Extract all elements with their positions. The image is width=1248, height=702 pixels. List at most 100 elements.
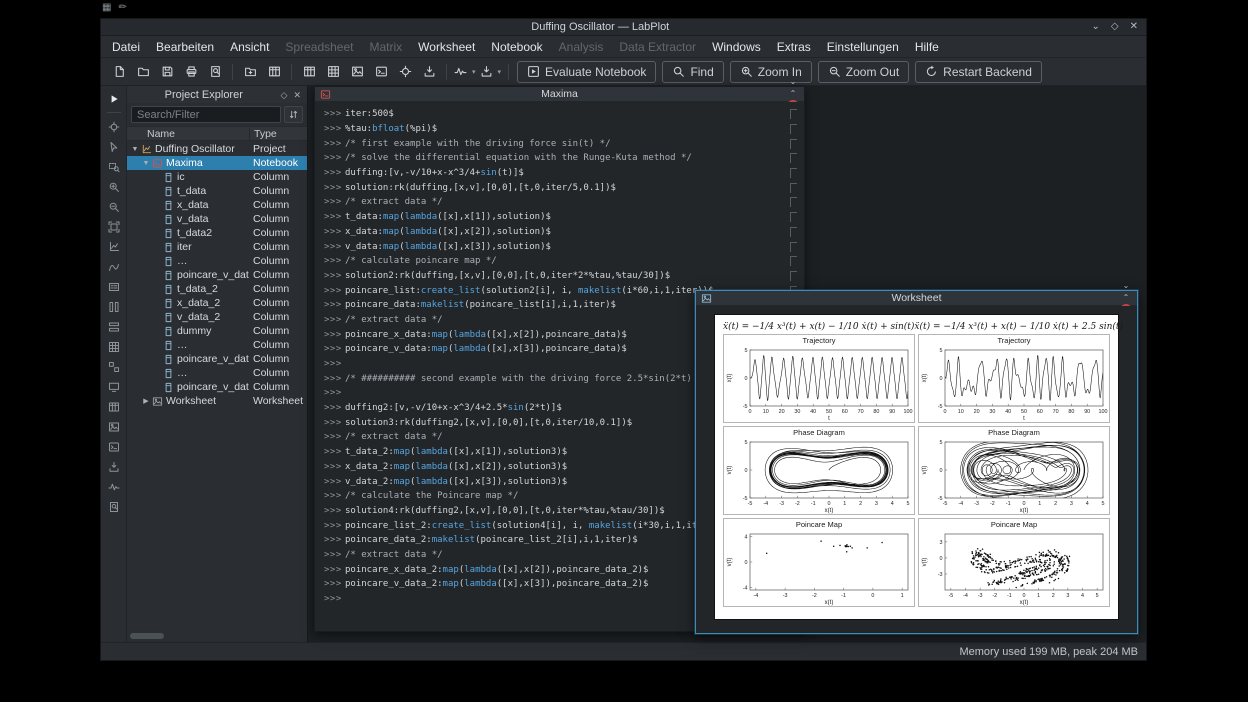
notebook-entry[interactable]: >>> v_data:map(lambda([x],x[3]),solution)… [315,239,804,254]
worksheet-minimize-button[interactable]: ⌄ [1120,280,1132,292]
tree-row-poincare-v-data-2[interactable]: poincare_v_data_2 Column [127,380,307,394]
tree-row-t-data[interactable]: t_data Column [127,184,307,198]
menu-item-hilfe[interactable]: Hilfe [907,38,947,56]
tree-row-iter[interactable]: iter Column [127,240,307,254]
zoom-in-tool-button[interactable] [105,178,123,195]
new-datapicker-button[interactable] [393,61,417,83]
plot-trajectory-1[interactable]: Trajectory 0 10 20 30 40 50 60 70 80 90 100 5 0 -5 t x(t… [723,334,915,423]
worksheet-titlebar[interactable]: Worksheet ⌄⌃✕ [696,282,1137,316]
open-project-button[interactable] [131,61,155,83]
tree-row-worksheet[interactable]: ▶ Worksheet Worksheet [127,394,307,408]
menu-item-ansicht[interactable]: Ansicht [222,38,277,56]
tree-header-type[interactable]: Type [249,127,307,140]
plot-trajectory-2[interactable]: Trajectory 0 10 20 30 40 50 60 70 80 90 100 5 0 -5 t x(t… [918,334,1110,423]
import-file-button[interactable] [417,61,441,83]
menu-item-einstellungen[interactable]: Einstellungen [819,38,907,56]
tree-row-poincare-v-data[interactable]: poincare_v_data Column [127,352,307,366]
preview-tool-button[interactable] [105,498,123,515]
maxima-minimize-button[interactable]: ⌄ [787,76,799,88]
menu-item-bearbeiten[interactable]: Bearbeiten [148,38,222,56]
zoom-select-tool-button[interactable] [105,158,123,175]
plot-poincare-2[interactable]: Poincare Map -5 -4 -3 -2 -1 0 1 2 3 4 5 3 0 -3 x(t) v(t) [918,518,1110,607]
menu-item-extras[interactable]: Extras [769,38,819,56]
tree-row-x-data-2[interactable]: x_data_2 Column [127,296,307,310]
notebook-entry[interactable]: >>> iter:500$ [315,107,804,122]
print-preview-button[interactable] [203,61,227,83]
tree-row-t-data-2[interactable]: t_data_2 Column [127,282,307,296]
tree-row-v-data-2[interactable]: v_data_2 Column [127,310,307,324]
new-notebook-button[interactable] [369,61,393,83]
new-spreadsheet-button[interactable] [297,61,321,83]
horizontal-layout-tool-button[interactable] [105,318,123,335]
notebook-entry[interactable]: >>> duffing:[v,-v/10+x-x^3/4+sin(t)]$ [315,166,804,181]
break-layout-tool-button[interactable] [105,358,123,375]
tree-row-[interactable]: … Column [127,254,307,268]
evaluate-notebook-button[interactable]: Evaluate Notebook [517,60,657,83]
restart-backend-button[interactable]: Restart Backend [915,60,1042,83]
menu-item-datei[interactable]: Datei [104,38,148,56]
new-project-button[interactable] [107,61,131,83]
find-button[interactable]: Find [662,60,724,83]
add-plot-tool-button[interactable] [105,238,123,255]
notebook-entry[interactable]: >>> solution:rk(duffing,[x,v],[0,0],[t,0,… [315,180,804,195]
scrollbar-thumb[interactable] [130,633,164,639]
close-button[interactable]: ✕ [1130,22,1138,32]
maxima-titlebar[interactable]: Maxima ⌄⌃✕ [315,78,804,112]
tree-row-[interactable]: … Column [127,338,307,352]
plot-phase-2[interactable]: Phase Diagram -5 -4 -3 -2 -1 0 1 2 3 4 5 5 0 -5 x(t) v(t… [918,426,1110,515]
presenter-mode-tool-button[interactable] [105,378,123,395]
zoom-out-tool-button[interactable] [105,198,123,215]
new-live-data-button[interactable]: ▾ [452,61,478,83]
new-spreadsheet-tool-button[interactable] [105,398,123,415]
expand-toolbar-button[interactable] [105,90,123,107]
tree-row-poincare-v-data2[interactable]: poincare_v_data2 Column [127,268,307,282]
new-folder-button[interactable] [238,61,262,83]
menu-item-worksheet[interactable]: Worksheet [410,38,483,56]
zoom-out-button[interactable]: Zoom Out [817,60,910,83]
add-legend-tool-button[interactable] [105,278,123,295]
tree-row-duffing-oscillator[interactable]: ▼ Duffing Oscillator Project [127,142,307,156]
menu-item-windows[interactable]: Windows [704,38,769,56]
grid-layout-tool-button[interactable] [105,338,123,355]
notebook-entry[interactable]: >>> solution2:rk(duffing,[x,v],[0,0],[t,0… [315,269,804,284]
filter-options-button[interactable] [284,106,303,123]
notebook-entry[interactable]: >>>/* extract data */ [315,195,804,210]
search-input[interactable] [131,106,281,123]
new-worksheet-tool-button[interactable] [105,418,123,435]
dock-float-button[interactable]: ◇ [281,90,288,100]
add-curve-tool-button[interactable] [105,258,123,275]
notebook-entry[interactable]: >>> %tau:bfloat(%pi)$ [315,122,804,137]
new-matrix-button[interactable] [321,61,345,83]
live-data-tool-button[interactable] [105,478,123,495]
new-worksheet-button[interactable] [345,61,369,83]
expander-icon[interactable]: ▶ [141,397,151,405]
new-workbook-button[interactable] [262,61,286,83]
vertical-layout-tool-button[interactable] [105,298,123,315]
menu-item-notebook[interactable]: Notebook [483,38,550,56]
zoom-in-button[interactable]: Zoom In [729,60,812,83]
tree-row-[interactable]: … Column [127,366,307,380]
tree-row-maxima[interactable]: ▼ Maxima Notebook [127,156,307,170]
crosshair-tool-button[interactable] [105,118,123,135]
plot-poincare-1[interactable]: Poincare Map -4 -3 -2 -1 0 1 4 0 -4 x(t) v(t) [723,518,915,607]
import-tool-button[interactable] [105,458,123,475]
new-notebook-tool-button[interactable] [105,438,123,455]
tree-header-name[interactable]: Name [127,128,249,140]
tree-header[interactable]: Name Type [127,126,307,141]
edit-pencil-icon[interactable]: ✏ [118,2,126,14]
maxima-restore-button[interactable]: ⌃ [787,88,799,100]
titlebar[interactable]: Duffing Oscillator — LabPlot ⌄ ◇ ✕ [101,19,1146,36]
tree-row-x-data[interactable]: x_data Column [127,198,307,212]
maximize-button[interactable]: ◇ [1111,22,1119,32]
tree-row-ic[interactable]: ic Column [127,170,307,184]
save-project-button[interactable] [155,61,179,83]
notebook-entry[interactable]: >>>/* calculate poincare map */ [315,254,804,269]
notebook-entry[interactable]: >>> t_data:map(lambda([x],x[1]),solution)… [315,210,804,225]
minimize-button[interactable]: ⌄ [1092,22,1100,32]
notebook-entry[interactable]: >>> x_data:map(lambda([x],x[2]),solution)… [315,225,804,240]
plot-phase-1[interactable]: Phase Diagram -5 -4 -3 -2 -1 0 1 2 3 4 5 5 0 -5 x(t) v(t… [723,426,915,515]
select-tool-button[interactable] [105,138,123,155]
app-grid-icon[interactable]: ▦ [102,2,111,14]
dock-close-button[interactable]: ✕ [293,90,301,100]
import-menu-button[interactable]: ▾ [478,61,504,83]
